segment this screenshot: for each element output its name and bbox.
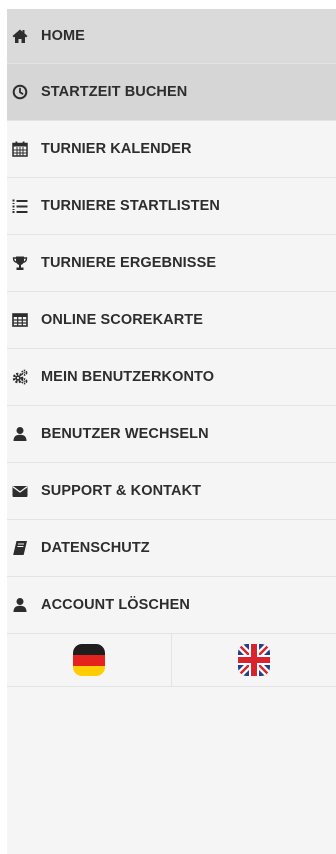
gears-icon	[12, 369, 28, 385]
german-flag-icon	[73, 644, 105, 676]
menu-item-support-kontakt[interactable]: SUPPORT & KONTAKT	[7, 463, 336, 520]
menu-item-mein-benutzerkonto[interactable]: MEIN BENUTZERKONTO	[7, 349, 336, 406]
menu-item-label: ONLINE SCOREKARTE	[41, 312, 204, 328]
menu-item-datenschutz[interactable]: DATENSCHUTZ	[7, 520, 336, 577]
menu-item-label: TURNIERE ERGEBNISSE	[41, 255, 217, 271]
menu-item-turniere-startlisten[interactable]: TURNIERE STARTLISTEN	[7, 178, 336, 235]
menu-item-label: TURNIER KALENDER	[41, 141, 192, 157]
menu-list: HOME STARTZEIT BUCHEN TURNIER KALENDER T…	[7, 9, 336, 634]
language-switcher	[7, 634, 336, 687]
home-icon	[12, 28, 28, 44]
menu-item-startzeit-buchen[interactable]: STARTZEIT BUCHEN	[7, 64, 336, 121]
user-icon	[12, 426, 28, 442]
menu-item-turnier-kalender[interactable]: TURNIER KALENDER	[7, 121, 336, 178]
list-icon	[12, 198, 28, 214]
envelope-icon	[12, 483, 28, 499]
uk-flag-icon	[238, 644, 270, 676]
menu-item-benutzer-wechseln[interactable]: BENUTZER WECHSELN	[7, 406, 336, 463]
language-german-button[interactable]	[7, 634, 171, 686]
book-icon	[12, 540, 28, 556]
menu-item-label: SUPPORT & KONTAKT	[41, 483, 202, 499]
user-icon	[12, 597, 28, 613]
trophy-icon	[12, 255, 28, 271]
menu-item-label: MEIN BENUTZERKONTO	[41, 369, 215, 385]
calendar-icon	[12, 141, 28, 157]
language-english-button[interactable]	[171, 634, 336, 686]
menu-item-online-scorekarte[interactable]: ONLINE SCOREKARTE	[7, 292, 336, 349]
side-menu: HOME STARTZEIT BUCHEN TURNIER KALENDER T…	[7, 9, 336, 854]
menu-item-label: STARTZEIT BUCHEN	[41, 84, 188, 100]
menu-item-label: BENUTZER WECHSELN	[41, 426, 209, 442]
menu-item-label: ACCOUNT LÖSCHEN	[41, 597, 190, 613]
menu-item-home[interactable]: HOME	[7, 9, 336, 64]
table-icon	[12, 312, 28, 328]
menu-item-account-loeschen[interactable]: ACCOUNT LÖSCHEN	[7, 577, 336, 634]
menu-item-turniere-ergebnisse[interactable]: TURNIERE ERGEBNISSE	[7, 235, 336, 292]
menu-item-label: DATENSCHUTZ	[41, 540, 150, 556]
clock-icon	[12, 84, 28, 100]
menu-item-label: TURNIERE STARTLISTEN	[41, 198, 220, 214]
menu-item-label: HOME	[41, 28, 85, 44]
